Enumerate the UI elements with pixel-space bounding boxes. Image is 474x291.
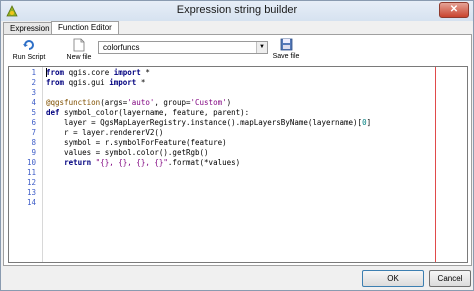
line-number: 7 — [31, 128, 36, 137]
ok-button[interactable]: OK — [362, 270, 424, 287]
title-bar[interactable]: Expression string builder ✕ — [1, 1, 473, 21]
line-number: 3 — [31, 88, 36, 97]
line-number: 2 — [31, 78, 36, 87]
run-script-icon — [23, 40, 34, 50]
new-file-icon — [73, 38, 85, 52]
code-line: from qgis.gui import * — [46, 78, 146, 87]
run-script-button[interactable]: Run Script — [12, 38, 46, 61]
line-number: 8 — [31, 138, 36, 147]
save-file-button[interactable]: Save file — [270, 38, 302, 60]
line-number: 6 — [31, 118, 36, 127]
close-button[interactable]: ✕ — [439, 2, 469, 18]
line-number-gutter: 1 2 3 4 5 6 7 8 9 10 11 12 13 14 — [9, 67, 43, 262]
code-line: @qgsfunction(args='auto', group='Custom'… — [46, 98, 232, 107]
code-line: symbol = r.symbolForFeature(feature) — [46, 138, 227, 147]
code-line: return "{}, {}, {}, {}".format(*values) — [64, 158, 241, 167]
line-number: 9 — [31, 148, 36, 157]
code-line: layer = QgsMapLayerRegistry.instance().m… — [46, 118, 372, 127]
window-title: Expression string builder — [176, 4, 298, 16]
code-text-area[interactable]: from qgis.core import * from qgis.gui im… — [46, 67, 466, 262]
line-number: 10 — [26, 158, 36, 167]
line-number: 11 — [26, 168, 36, 177]
expression-builder-window: Expression string builder ✕ Expression F… — [0, 0, 474, 291]
line-number: 1 — [31, 68, 36, 77]
chevron-down-icon[interactable]: ▼ — [256, 42, 267, 53]
line-number: 5 — [31, 108, 36, 117]
code-line: r = layer.rendererV2() — [46, 128, 164, 137]
new-file-button[interactable]: New file — [64, 38, 94, 61]
run-script-label: Run Script — [12, 54, 46, 61]
function-editor-panel: Run Script New file colorfuncs ▼ Save fi… — [3, 34, 472, 266]
code-line: from qgis.core import * — [46, 68, 150, 77]
save-file-label: Save file — [272, 53, 300, 60]
line-number: 14 — [26, 198, 36, 207]
code-line: values = symbol.color().getRgb() — [46, 148, 209, 157]
edge-column-marker — [435, 67, 436, 262]
cancel-button[interactable]: Cancel — [429, 270, 471, 287]
new-file-label: New file — [66, 54, 92, 61]
line-number: 12 — [26, 178, 36, 187]
code-line: def symbol_color(layername, feature, par… — [46, 108, 250, 117]
file-select-value: colorfuncs — [103, 43, 140, 52]
code-editor[interactable]: 1 2 3 4 5 6 7 8 9 10 11 12 13 14 from qg… — [8, 66, 468, 263]
file-select[interactable]: colorfuncs ▼ — [98, 41, 268, 54]
save-file-icon — [280, 38, 292, 51]
line-number: 4 — [31, 98, 36, 107]
line-number: 13 — [26, 188, 36, 197]
tab-function-editor[interactable]: Function Editor — [51, 21, 119, 35]
